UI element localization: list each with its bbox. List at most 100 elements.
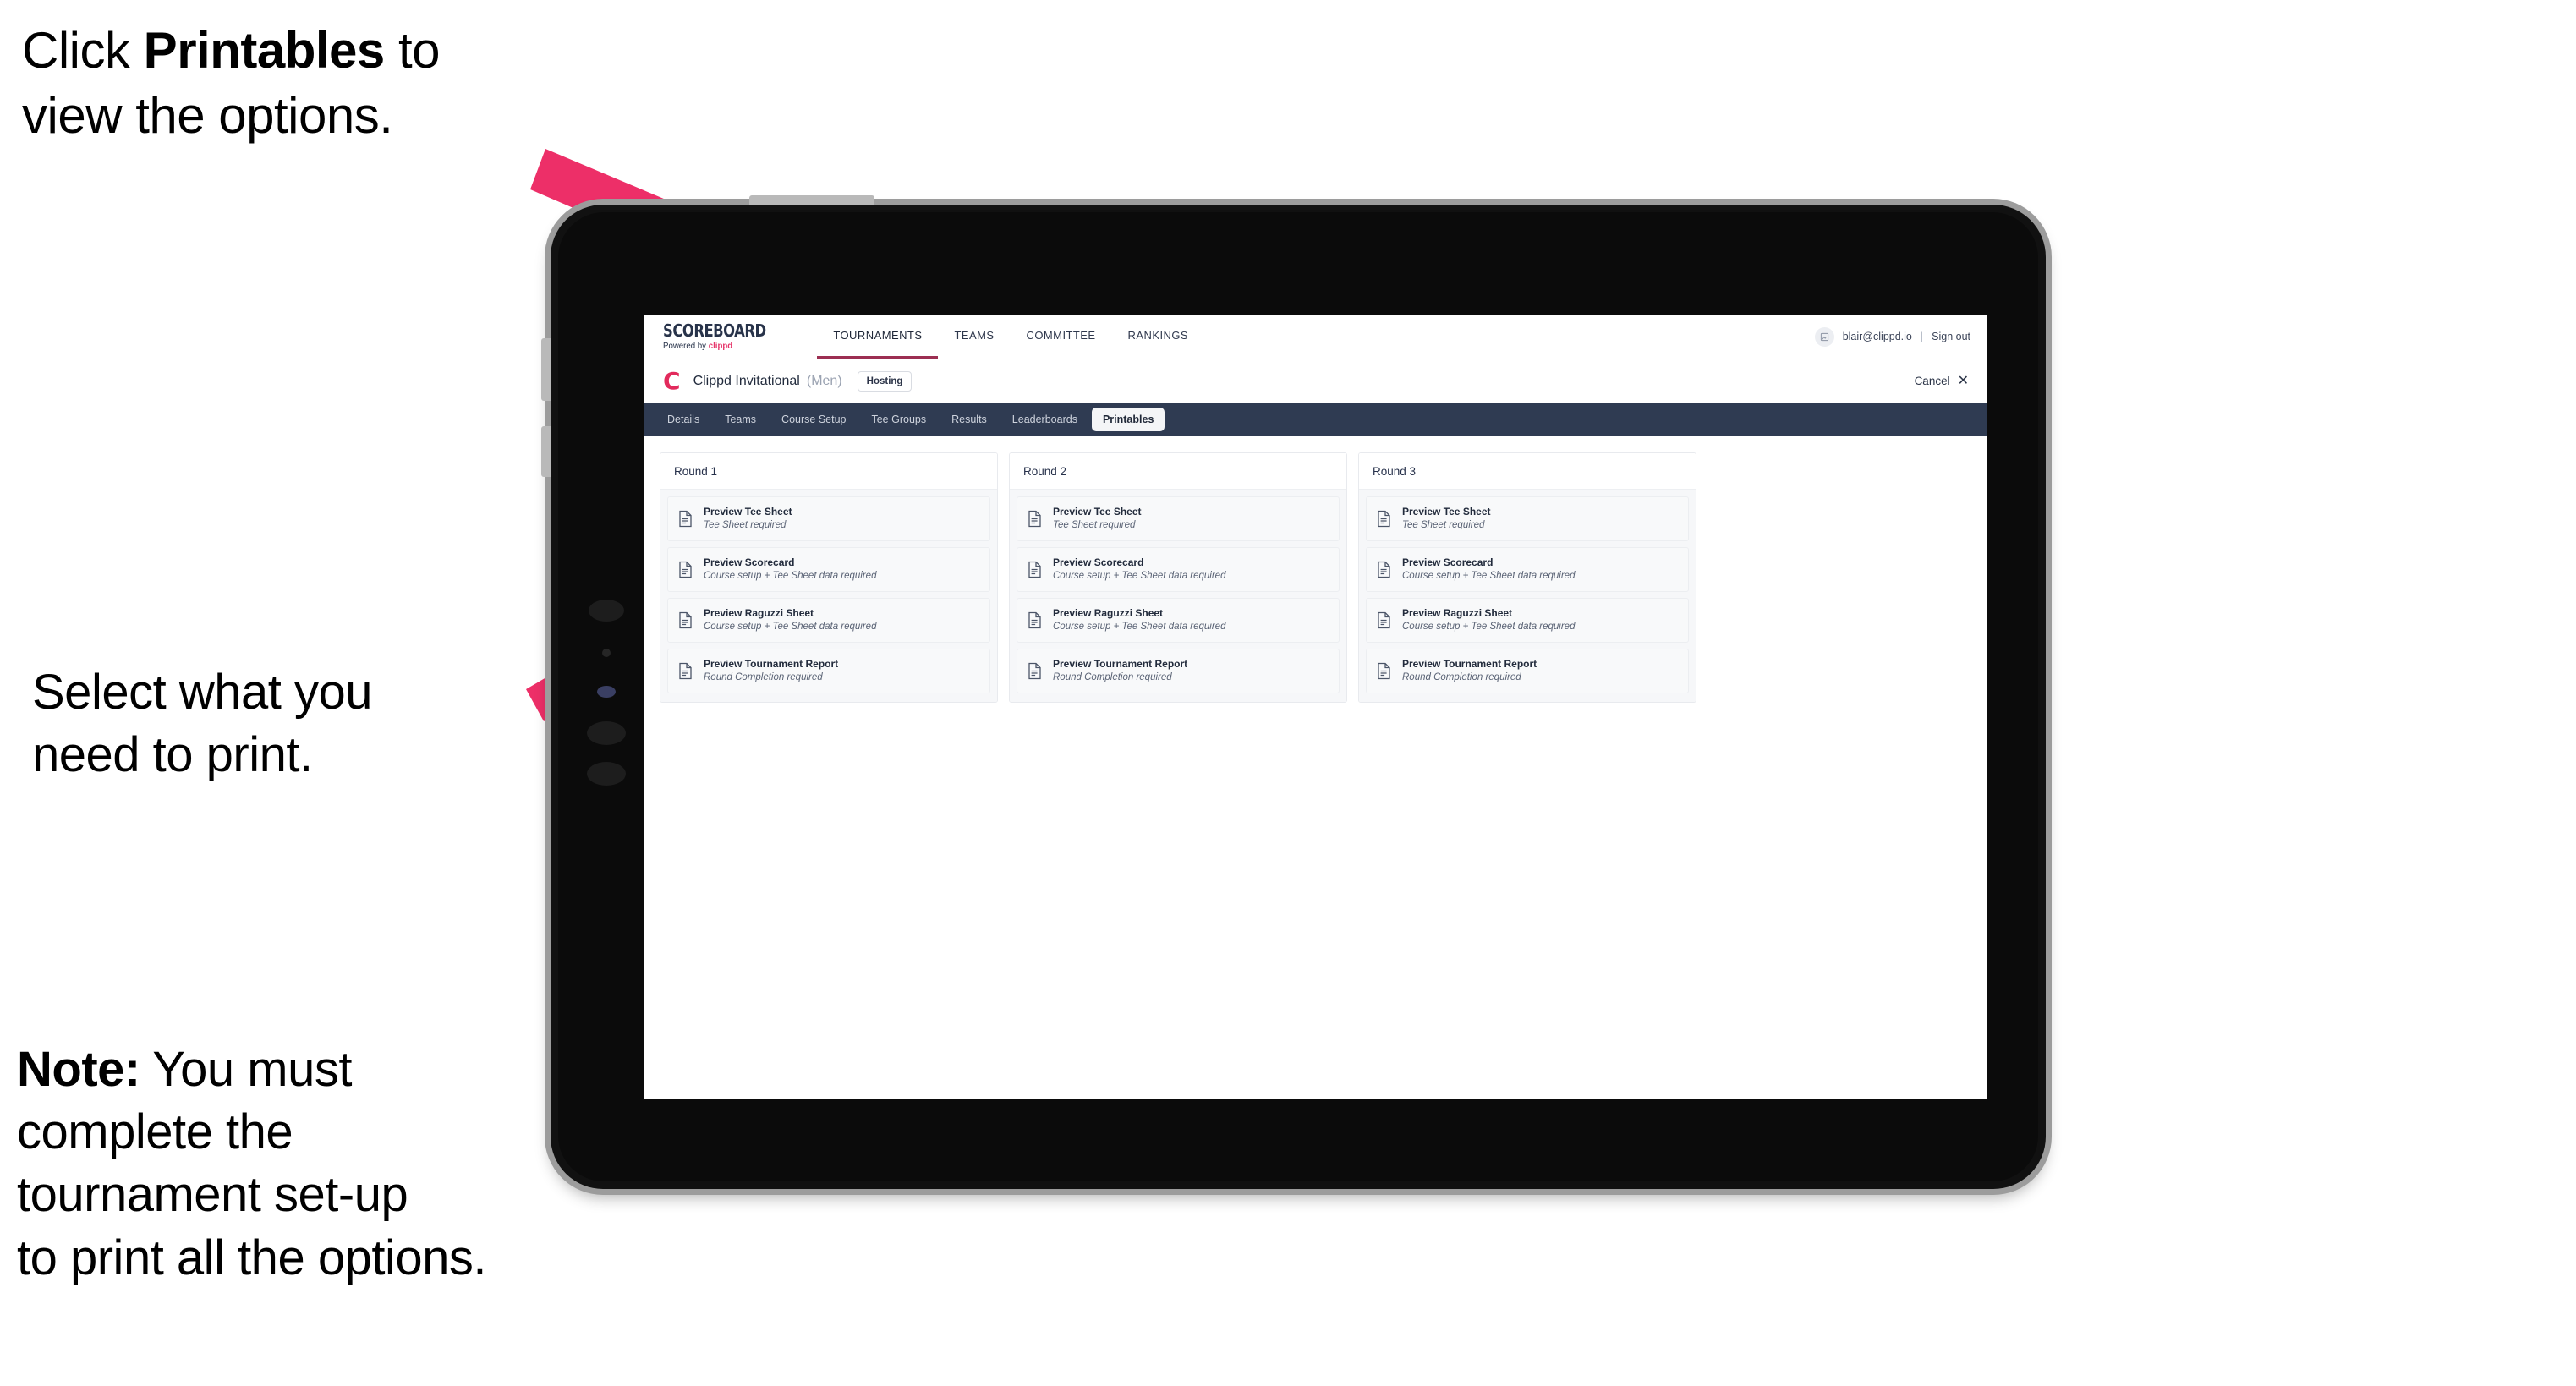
document-icon	[1028, 662, 1042, 680]
printable-subtitle: Course setup + Tee Sheet data required	[1053, 621, 1226, 632]
printable-title: Preview Tee Sheet	[1402, 506, 1491, 518]
printable-text: Preview Scorecard Course setup + Tee She…	[1402, 556, 1576, 582]
device-speaker-icon	[587, 721, 626, 745]
close-icon: ✕	[1957, 373, 1969, 388]
global-nav-item-committee[interactable]: COMMITTEE	[1011, 315, 1112, 359]
annotation-select-print: Select what you need to print.	[32, 665, 372, 783]
document-icon	[678, 611, 693, 629]
round-body: Preview Tee Sheet Tee Sheet required Pre…	[1010, 490, 1346, 703]
global-nav-item-tournaments[interactable]: TOURNAMENTS	[817, 315, 939, 359]
printable-title: Preview Raguzzi Sheet	[1402, 607, 1513, 620]
printable-subtitle: Round Completion required	[1402, 671, 1521, 682]
printable-text: Preview Raguzzi Sheet Course setup + Tee…	[704, 607, 877, 633]
printable-text: Preview Tournament Report Round Completi…	[704, 658, 839, 683]
sign-out-link[interactable]: Sign out	[1932, 331, 1970, 342]
printable-subtitle: Course setup + Tee Sheet data required	[704, 621, 877, 632]
printable-title: Preview Scorecard	[704, 556, 795, 569]
round-column-1: Round 1 Preview Tee Sheet Tee Sheet requ…	[660, 452, 998, 704]
brand-powered-by: Powered by	[663, 341, 709, 352]
printable-row-scorecard[interactable]: Preview Scorecard Course setup + Tee She…	[667, 547, 990, 593]
printable-row-raguzzi-sheet[interactable]: Preview Raguzzi Sheet Course setup + Tee…	[1017, 598, 1340, 644]
document-icon	[1028, 611, 1042, 629]
printable-subtitle: Round Completion required	[704, 671, 823, 682]
document-icon	[1377, 611, 1391, 629]
printable-title: Preview Raguzzi Sheet	[704, 607, 814, 620]
printable-title: Preview Raguzzi Sheet	[1053, 607, 1164, 620]
printable-title: Preview Tournament Report	[704, 658, 839, 671]
tab-tee-groups[interactable]: Tee Groups	[860, 408, 937, 431]
printable-row-raguzzi-sheet[interactable]: Preview Raguzzi Sheet Course setup + Tee…	[667, 598, 990, 644]
tab-course-setup[interactable]: Course Setup	[770, 408, 857, 431]
document-icon	[678, 561, 693, 578]
printable-row-tournament-report[interactable]: Preview Tournament Report Round Completi…	[1017, 649, 1340, 694]
annotation-note-strong: Note:	[17, 1042, 140, 1097]
device-speaker-icon	[587, 762, 626, 786]
document-icon	[1028, 510, 1042, 528]
tablet-device: SCOREBOARD Powered by clippd TOURNAMENTS…	[541, 195, 2046, 1189]
document-icon	[1028, 561, 1042, 578]
tournament-tab-strip: Details Teams Course Setup Tee Groups Re…	[644, 403, 1987, 436]
round-header: Round 3	[1359, 453, 1696, 490]
document-icon	[1377, 662, 1391, 680]
status-badge-hosting: Hosting	[857, 370, 913, 392]
tournament-header-bar: C Clippd Invitational (Men) Hosting Canc…	[644, 359, 1987, 403]
printable-subtitle: Tee Sheet required	[704, 519, 787, 530]
brand-title: SCOREBOARD	[663, 320, 766, 342]
tab-leaderboards[interactable]: Leaderboards	[1001, 408, 1088, 431]
printable-subtitle: Course setup + Tee Sheet data required	[1053, 570, 1226, 581]
app-viewport: SCOREBOARD Powered by clippd TOURNAMENTS…	[644, 315, 1987, 1099]
printable-text: Preview Tournament Report Round Completi…	[1053, 658, 1187, 683]
document-icon	[678, 662, 693, 680]
printable-row-tee-sheet[interactable]: Preview Tee Sheet Tee Sheet required	[1366, 496, 1689, 542]
tab-teams[interactable]: Teams	[714, 408, 767, 431]
annotation-click-strong: Printables	[143, 22, 386, 79]
printable-row-tournament-report[interactable]: Preview Tournament Report Round Completi…	[1366, 649, 1689, 694]
printable-row-tee-sheet[interactable]: Preview Tee Sheet Tee Sheet required	[667, 496, 990, 542]
brand-subtitle: Powered by clippd	[663, 342, 778, 351]
printable-text: Preview Scorecard Course setup + Tee She…	[704, 556, 877, 582]
device-top-button[interactable]	[749, 195, 874, 205]
printable-row-scorecard[interactable]: Preview Scorecard Course setup + Tee She…	[1366, 547, 1689, 593]
device-indicator-led-icon	[597, 686, 616, 698]
printable-row-raguzzi-sheet[interactable]: Preview Raguzzi Sheet Course setup + Tee…	[1366, 598, 1689, 644]
printable-title: Preview Scorecard	[1402, 556, 1494, 569]
account-area: blair@clippd.io | Sign out	[1814, 315, 1987, 359]
device-speaker-icon	[589, 600, 624, 622]
printable-subtitle: Course setup + Tee Sheet data required	[1402, 570, 1576, 581]
scoreboard-logo[interactable]: SCOREBOARD Powered by clippd	[663, 315, 817, 359]
tab-results[interactable]: Results	[940, 408, 998, 431]
printable-text: Preview Tee Sheet Tee Sheet required	[1402, 506, 1491, 531]
printable-text: Preview Tee Sheet Tee Sheet required	[704, 506, 792, 531]
tab-printables[interactable]: Printables	[1091, 408, 1165, 431]
annotation-click-printables: Click Printables to view the options.	[22, 19, 580, 149]
round-body: Preview Tee Sheet Tee Sheet required Pre…	[660, 490, 997, 703]
device-power-button[interactable]	[541, 426, 551, 477]
screenshot-canvas: Click Printables to view the options. Se…	[0, 0, 2576, 1386]
printable-subtitle: Course setup + Tee Sheet data required	[704, 570, 877, 581]
round-body: Preview Tee Sheet Tee Sheet required Pre…	[1359, 490, 1696, 703]
document-icon	[678, 510, 693, 528]
printable-text: Preview Raguzzi Sheet Course setup + Tee…	[1402, 607, 1576, 633]
global-nav-item-rankings[interactable]: RANKINGS	[1112, 315, 1205, 359]
device-screen-bezel: SCOREBOARD Powered by clippd TOURNAMENTS…	[558, 212, 2038, 1181]
annotation-click-lead: Click	[22, 22, 144, 79]
printable-text: Preview Raguzzi Sheet Course setup + Tee…	[1053, 607, 1226, 633]
printable-title: Preview Scorecard	[1053, 556, 1144, 569]
document-icon	[1377, 561, 1391, 578]
printable-text: Preview Tee Sheet Tee Sheet required	[1053, 506, 1142, 531]
global-nav-item-teams[interactable]: TEAMS	[938, 315, 1010, 359]
cancel-button[interactable]: Cancel ✕	[1914, 373, 1969, 388]
printable-row-scorecard[interactable]: Preview Scorecard Course setup + Tee She…	[1017, 547, 1340, 593]
printable-text: Preview Tournament Report Round Completi…	[1402, 658, 1537, 683]
printable-row-tee-sheet[interactable]: Preview Tee Sheet Tee Sheet required	[1017, 496, 1340, 542]
printable-text: Preview Scorecard Course setup + Tee She…	[1053, 556, 1226, 582]
printable-subtitle: Tee Sheet required	[1053, 519, 1136, 530]
tab-details[interactable]: Details	[656, 408, 710, 431]
device-camera-icon	[602, 649, 611, 657]
printable-row-tournament-report[interactable]: Preview Tournament Report Round Completi…	[667, 649, 990, 694]
document-icon	[1377, 510, 1391, 528]
user-avatar-icon[interactable]	[1814, 326, 1834, 347]
printable-subtitle: Course setup + Tee Sheet data required	[1402, 621, 1576, 632]
cancel-label: Cancel	[1914, 375, 1950, 387]
device-volume-button[interactable]	[541, 338, 551, 401]
